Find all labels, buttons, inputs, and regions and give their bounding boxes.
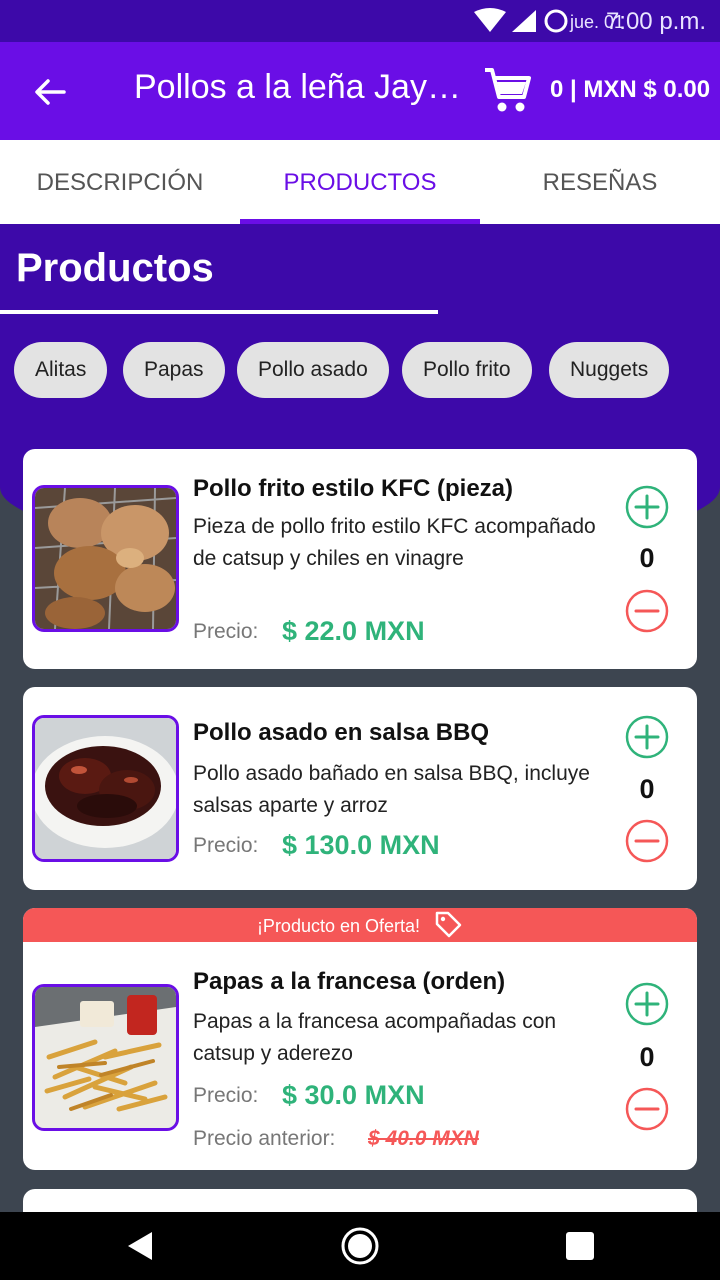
- tab-resenas[interactable]: RESEÑAS: [480, 140, 720, 224]
- plus-circle-icon[interactable]: [625, 982, 669, 1026]
- product-price: $ 130.0 MXN: [282, 830, 440, 860]
- status-time: 7:00 p.m.: [605, 8, 706, 35]
- product-card[interactable]: ¡Producto en Oferta! Papas a la francesa…: [23, 908, 697, 1170]
- back-arrow-icon[interactable]: [30, 72, 70, 112]
- previous-price-label: Precio anterior:: [193, 1127, 336, 1150]
- cart-icon[interactable]: [482, 64, 534, 116]
- tag-icon: [435, 912, 462, 938]
- section-title: Productos: [16, 246, 214, 290]
- app-bar: Pollos a la leña Jaydn's 0 | MXN $ 0.00: [0, 42, 720, 140]
- minus-circle-icon[interactable]: [625, 1087, 669, 1131]
- plus-circle-icon[interactable]: [625, 715, 669, 759]
- tab-productos[interactable]: PRODUCTOS: [240, 140, 480, 224]
- product-name: Pollo asado en salsa BBQ: [193, 719, 490, 746]
- offer-banner: ¡Producto en Oferta!: [23, 908, 697, 942]
- status-icons: [474, 8, 568, 33]
- wifi-icon: [474, 8, 506, 32]
- nav-home-icon[interactable]: [340, 1226, 380, 1266]
- system-nav-bar: [0, 1212, 720, 1280]
- product-name: Pollo frito estilo KFC (pieza): [193, 475, 514, 502]
- category-chip-alitas[interactable]: Alitas: [14, 342, 108, 398]
- product-quantity: 0: [639, 1042, 655, 1072]
- product-quantity: 0: [639, 774, 655, 804]
- status-bar: jue. 01 7:00 p.m.: [0, 0, 720, 42]
- category-chip-pollo-frito[interactable]: Pollo frito: [402, 342, 532, 398]
- section-underline: [0, 310, 438, 314]
- battery-icon: [544, 9, 568, 33]
- product-price: $ 30.0 MXN: [282, 1080, 425, 1110]
- plus-circle-icon[interactable]: [625, 485, 669, 529]
- product-description: Pollo asado bañado en salsa BBQ, incluye…: [193, 762, 590, 817]
- nav-back-icon[interactable]: [120, 1226, 160, 1266]
- restaurant-title: Pollos a la leña Jaydn's: [134, 68, 474, 106]
- product-image: [32, 715, 179, 862]
- offer-banner-text: ¡Producto en Oferta!: [256, 916, 421, 936]
- minus-circle-icon[interactable]: [625, 819, 669, 863]
- product-description: Papas a la francesa acompañadas con cats…: [193, 1010, 557, 1065]
- product-name: Papas a la francesa (orden): [193, 968, 506, 995]
- product-image: [32, 984, 179, 1131]
- price-label: Precio:: [193, 834, 259, 857]
- product-image: [32, 485, 179, 632]
- product-card[interactable]: Pollo frito estilo KFC (pieza) Pieza de …: [23, 449, 697, 669]
- category-chip-pollo-asado[interactable]: Pollo asado: [237, 342, 389, 398]
- product-quantity: 0: [639, 543, 655, 573]
- minus-circle-icon[interactable]: [625, 589, 669, 633]
- tab-bar: DESCRIPCIÓN PRODUCTOS RESEÑAS: [0, 140, 720, 224]
- price-label: Precio:: [193, 620, 259, 643]
- category-chip-nuggets[interactable]: Nuggets: [549, 342, 670, 398]
- cart-summary[interactable]: 0 | MXN $ 0.00: [550, 76, 710, 104]
- product-description: Pieza de pollo frito estilo KFC acompaña…: [193, 515, 596, 570]
- tab-descripcion[interactable]: DESCRIPCIÓN: [0, 140, 240, 224]
- signal-icon: [512, 10, 536, 32]
- product-price: $ 22.0 MXN: [282, 616, 425, 646]
- price-label: Precio:: [193, 1084, 259, 1107]
- previous-price: $ 40.0 MXN: [368, 1127, 479, 1150]
- nav-recents-icon[interactable]: [560, 1226, 600, 1266]
- category-chip-papas[interactable]: Papas: [123, 342, 225, 398]
- product-card[interactable]: Pollo asado en salsa BBQ Pollo asado bañ…: [23, 687, 697, 890]
